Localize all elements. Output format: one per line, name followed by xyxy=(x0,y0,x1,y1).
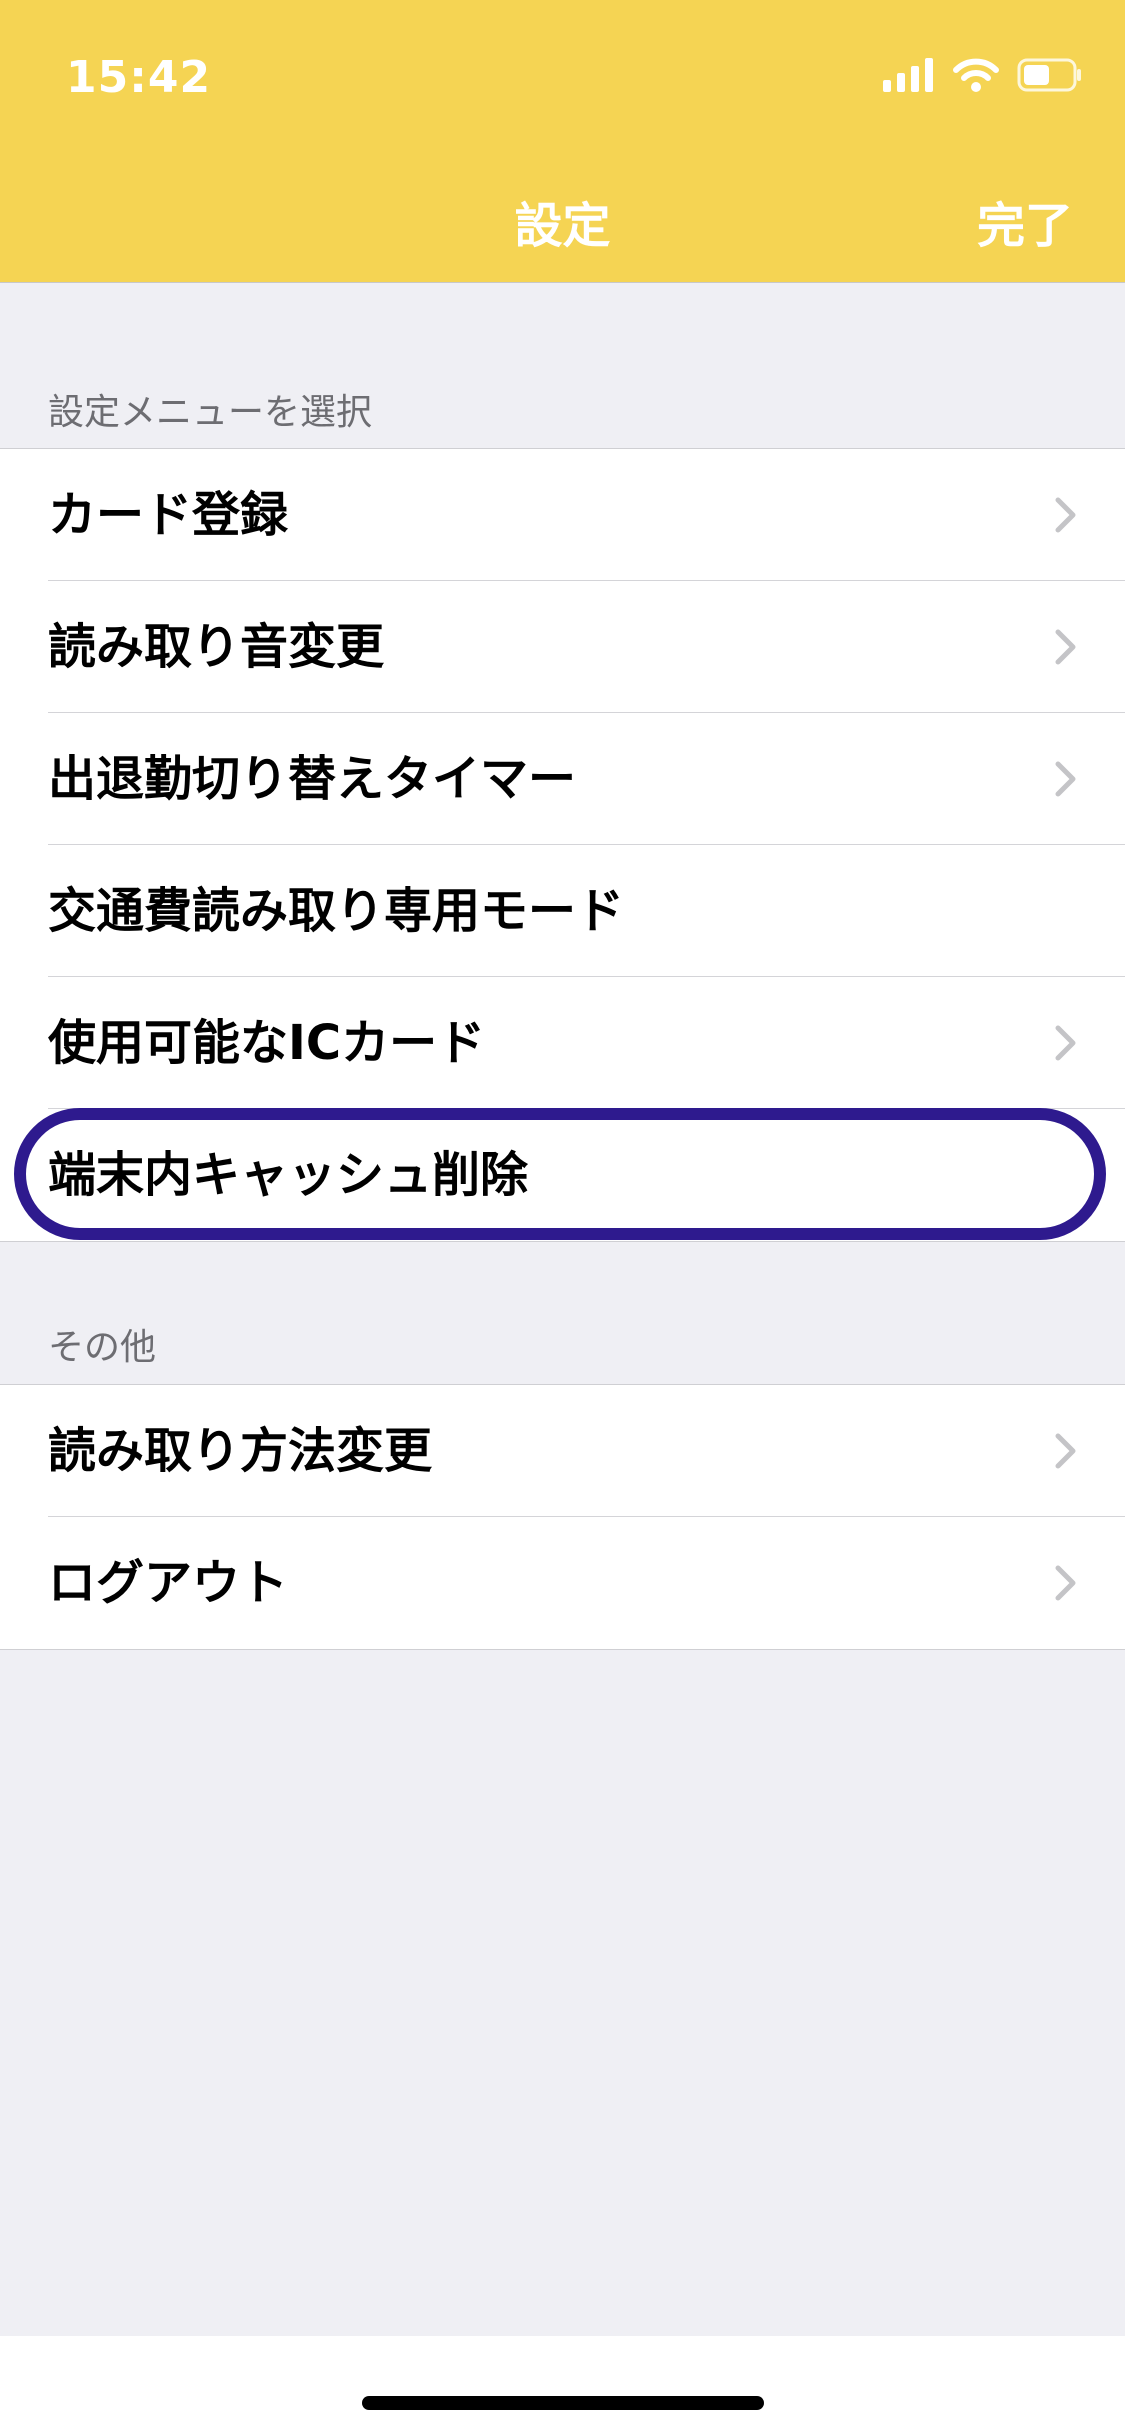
chevron-right-icon xyxy=(1055,629,1077,665)
menu-item-label: 使用可能なICカード xyxy=(48,1015,486,1071)
chevron-right-icon xyxy=(1055,761,1077,797)
navigation-header: 15:42 設定 完了 xyxy=(0,0,1125,283)
section-header-other: その他 xyxy=(48,1327,157,1368)
page-title: 設定 xyxy=(514,198,611,254)
status-icons xyxy=(883,58,1083,96)
menu-item-read-method[interactable]: 読み取り方法変更 xyxy=(0,1385,1125,1517)
menu-item-clear-cache[interactable]: 端末内キャッシュ削除 xyxy=(0,1109,1125,1241)
done-button[interactable]: 完了 xyxy=(977,186,1073,256)
menu-item-available-ic-cards[interactable]: 使用可能なICカード xyxy=(0,977,1125,1109)
chevron-right-icon xyxy=(1055,1565,1077,1601)
menu-item-read-sound[interactable]: 読み取り音変更 xyxy=(0,581,1125,713)
signal-icon xyxy=(883,58,935,96)
settings-menu-group: カード登録 読み取り音変更 出退勤切り替えタイマー 交通費読み取り専用モード 使… xyxy=(0,448,1125,1242)
home-indicator[interactable] xyxy=(362,2396,764,2410)
menu-item-label: カード登録 xyxy=(48,487,289,543)
menu-item-card-registration[interactable]: カード登録 xyxy=(0,449,1125,581)
menu-item-label: 端末内キャッシュ削除 xyxy=(48,1147,529,1203)
chevron-right-icon xyxy=(1055,497,1077,533)
menu-item-label: 出退勤切り替えタイマー xyxy=(48,751,577,807)
section-header-settings-menu: 設定メニューを選択 xyxy=(48,392,373,433)
menu-item-label: 読み取り音変更 xyxy=(48,619,385,675)
wifi-icon xyxy=(953,58,999,96)
other-group: 読み取り方法変更 ログアウト xyxy=(0,1384,1125,1650)
home-indicator-area xyxy=(0,2336,1125,2436)
chevron-right-icon xyxy=(1055,1433,1077,1469)
menu-item-label: 読み取り方法変更 xyxy=(48,1423,433,1479)
menu-item-label: ログアウト xyxy=(48,1555,289,1611)
menu-item-transit-read-mode[interactable]: 交通費読み取り専用モード xyxy=(0,845,1125,977)
menu-item-attendance-timer[interactable]: 出退勤切り替えタイマー xyxy=(0,713,1125,845)
battery-icon xyxy=(1017,58,1083,96)
menu-item-logout[interactable]: ログアウト xyxy=(0,1517,1125,1649)
menu-item-label: 交通費読み取り専用モード xyxy=(48,883,625,939)
status-time: 15:42 xyxy=(66,52,212,103)
chevron-right-icon xyxy=(1055,1025,1077,1061)
